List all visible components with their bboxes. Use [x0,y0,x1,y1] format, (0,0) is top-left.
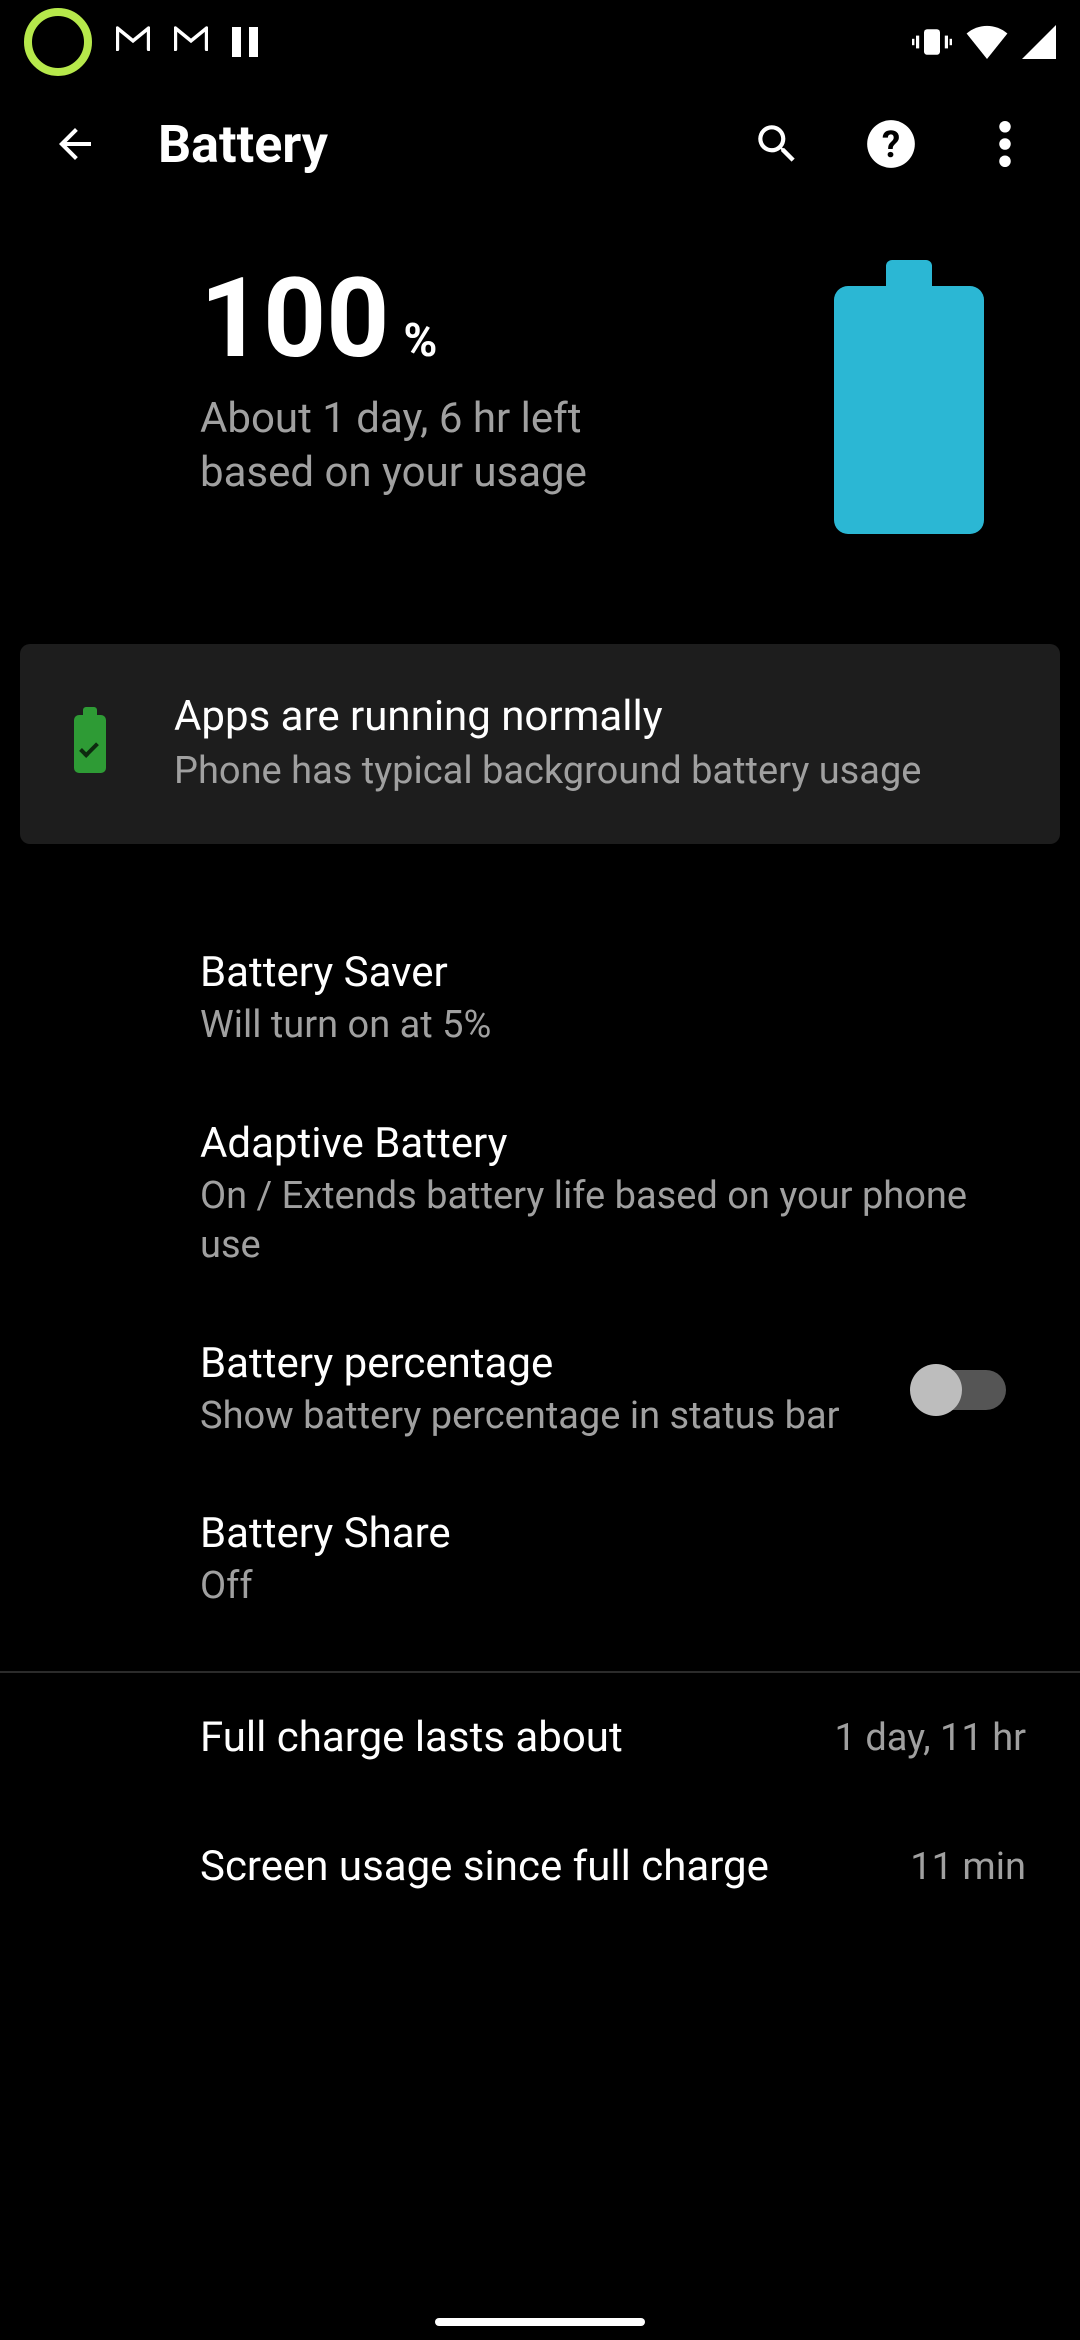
help-icon: ? [865,118,917,170]
battery-large-icon [834,260,984,534]
setting-title: Adaptive Battery [200,1119,1026,1168]
search-button[interactable] [750,117,804,171]
setting-adaptive-battery[interactable]: Adaptive Battery On / Extends battery li… [0,1085,1080,1305]
app-bar: Battery ? [0,84,1080,204]
battery-estimate-text: About 1 day, 6 hr left based on your usa… [200,392,660,500]
gesture-nav-handle[interactable] [435,2318,645,2326]
stat-value: 11 min [910,1845,1026,1889]
main-content: 100 % About 1 day, 6 hr left based on yo… [0,204,1080,2340]
status-right [912,25,1056,59]
help-button[interactable]: ? [864,117,918,171]
setting-subtitle: On / Extends battery life based on your … [200,1172,1026,1271]
setting-subtitle: Off [200,1562,1026,1611]
card-subtitle: Phone has typical background battery usa… [174,747,921,796]
setting-battery-percentage[interactable]: Battery percentage Show battery percenta… [0,1305,1080,1475]
overflow-menu-button[interactable] [978,117,1032,171]
gmail-icon [116,25,150,59]
ring-notification-icon [24,8,92,76]
wifi-icon [966,25,1008,59]
setting-title: Battery Saver [200,948,1026,997]
setting-battery-share[interactable]: Battery Share Off [0,1475,1080,1645]
stat-label: Full charge lasts about [200,1713,805,1762]
battery-hero: 100 % About 1 day, 6 hr left based on yo… [0,264,1080,534]
setting-subtitle: Show battery percentage in status bar [200,1392,874,1441]
card-title: Apps are running normally [174,692,921,741]
setting-subtitle: Will turn on at 5% [200,1001,1026,1050]
svg-text:?: ? [882,123,900,166]
battery-percentage-toggle[interactable] [914,1370,1006,1410]
stat-label: Screen usage since full charge [200,1842,880,1891]
gmail-icon [174,25,208,59]
stat-value: 1 day, 11 hr [835,1716,1026,1760]
vibrate-icon [912,26,952,58]
setting-title: Battery percentage [200,1339,874,1388]
pause-icon [232,27,258,57]
cell-signal-icon [1022,25,1056,59]
stat-full-charge[interactable]: Full charge lasts about 1 day, 11 hr [0,1673,1080,1802]
stat-screen-usage[interactable]: Screen usage since full charge 11 min [0,1802,1080,1931]
status-bar [0,0,1080,84]
battery-status-card[interactable]: Apps are running normally Phone has typi… [20,644,1060,844]
back-button[interactable] [48,117,102,171]
setting-title: Battery Share [200,1509,1026,1558]
battery-percent-value: 100 [200,264,389,374]
battery-percent-symbol: % [403,314,437,368]
more-vert-icon [999,121,1011,167]
toggle-knob [910,1364,962,1416]
setting-battery-saver[interactable]: Battery Saver Will turn on at 5% [0,914,1080,1084]
search-icon [752,119,802,169]
status-left [24,8,258,76]
page-title: Battery [158,114,694,175]
battery-ok-icon [74,715,106,773]
arrow-back-icon [51,120,99,168]
